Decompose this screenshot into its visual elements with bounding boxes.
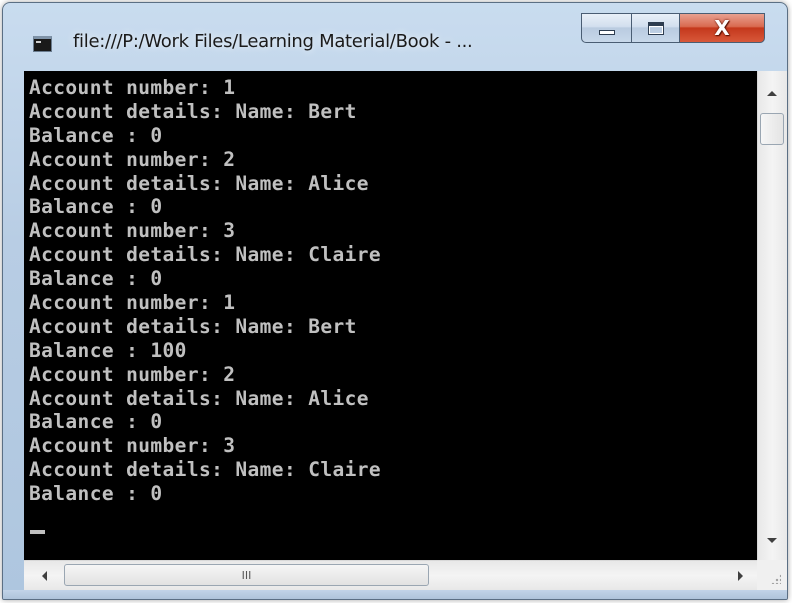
minimize-button[interactable] <box>581 13 631 43</box>
close-icon: X <box>714 16 730 40</box>
console-line: Account number: 3 <box>29 219 236 243</box>
console-line: Account number: 2 <box>29 362 236 386</box>
chevron-up-icon <box>767 90 777 96</box>
minimize-icon <box>598 29 615 35</box>
console-line: Account number: 1 <box>29 291 236 315</box>
chevron-right-icon <box>737 571 743 581</box>
console-line: Account details: Name: Alice <box>29 386 369 410</box>
console-window: file:///P:/Work Files/Learning Material/… <box>2 2 788 600</box>
console-line: Account number: 1 <box>29 76 236 99</box>
chevron-down-icon <box>767 537 777 543</box>
vertical-scroll-thumb[interactable] <box>760 113 784 145</box>
window-title: file:///P:/Work Files/Learning Material/… <box>73 31 473 52</box>
console-line: Account details: Name: Alice <box>29 171 369 195</box>
close-button[interactable]: X <box>679 13 765 43</box>
resize-grip-icon[interactable] <box>757 560 787 590</box>
scroll-up-button[interactable] <box>758 79 786 107</box>
console-app-icon[interactable] <box>33 36 52 52</box>
maximize-button[interactable] <box>631 13 679 43</box>
vertical-scrollbar[interactable] <box>757 71 787 560</box>
console-line: Account number: 3 <box>29 434 236 458</box>
scroll-right-button[interactable] <box>726 562 754 590</box>
console-line: Balance : 0 <box>29 123 163 147</box>
console-line: Account details: Name: Bert <box>29 314 357 338</box>
console-lines: Account number: 1 Account details: Name: … <box>29 76 381 506</box>
window-bottom-frame <box>3 590 787 599</box>
horizontal-scrollbar[interactable]: III <box>24 560 757 590</box>
console-line: Balance : 0 <box>29 195 163 219</box>
title-bar[interactable]: file:///P:/Work Files/Learning Material/… <box>3 3 787 71</box>
console-output-area[interactable]: Account number: 1 Account details: Name: … <box>24 71 757 560</box>
scroll-down-button[interactable] <box>758 526 786 554</box>
horizontal-scroll-thumb[interactable]: III <box>64 564 429 586</box>
grip-icon: III <box>241 568 252 582</box>
console-line: Balance : 0 <box>29 267 163 291</box>
maximize-icon <box>647 21 664 35</box>
console-line: Balance : 100 <box>29 338 187 362</box>
text-cursor <box>30 530 45 534</box>
console-line: Account number: 2 <box>29 147 236 171</box>
console-line: Balance : 0 <box>29 482 163 506</box>
scroll-left-button[interactable] <box>30 562 58 590</box>
caption-buttons: X <box>581 13 765 43</box>
console-line: Account details: Name: Claire <box>29 243 382 267</box>
console-line: Balance : 0 <box>29 410 163 434</box>
console-line: Account details: Name: Claire <box>29 458 382 482</box>
console-line: Account details: Name: Bert <box>29 99 357 123</box>
chevron-left-icon <box>41 571 47 581</box>
